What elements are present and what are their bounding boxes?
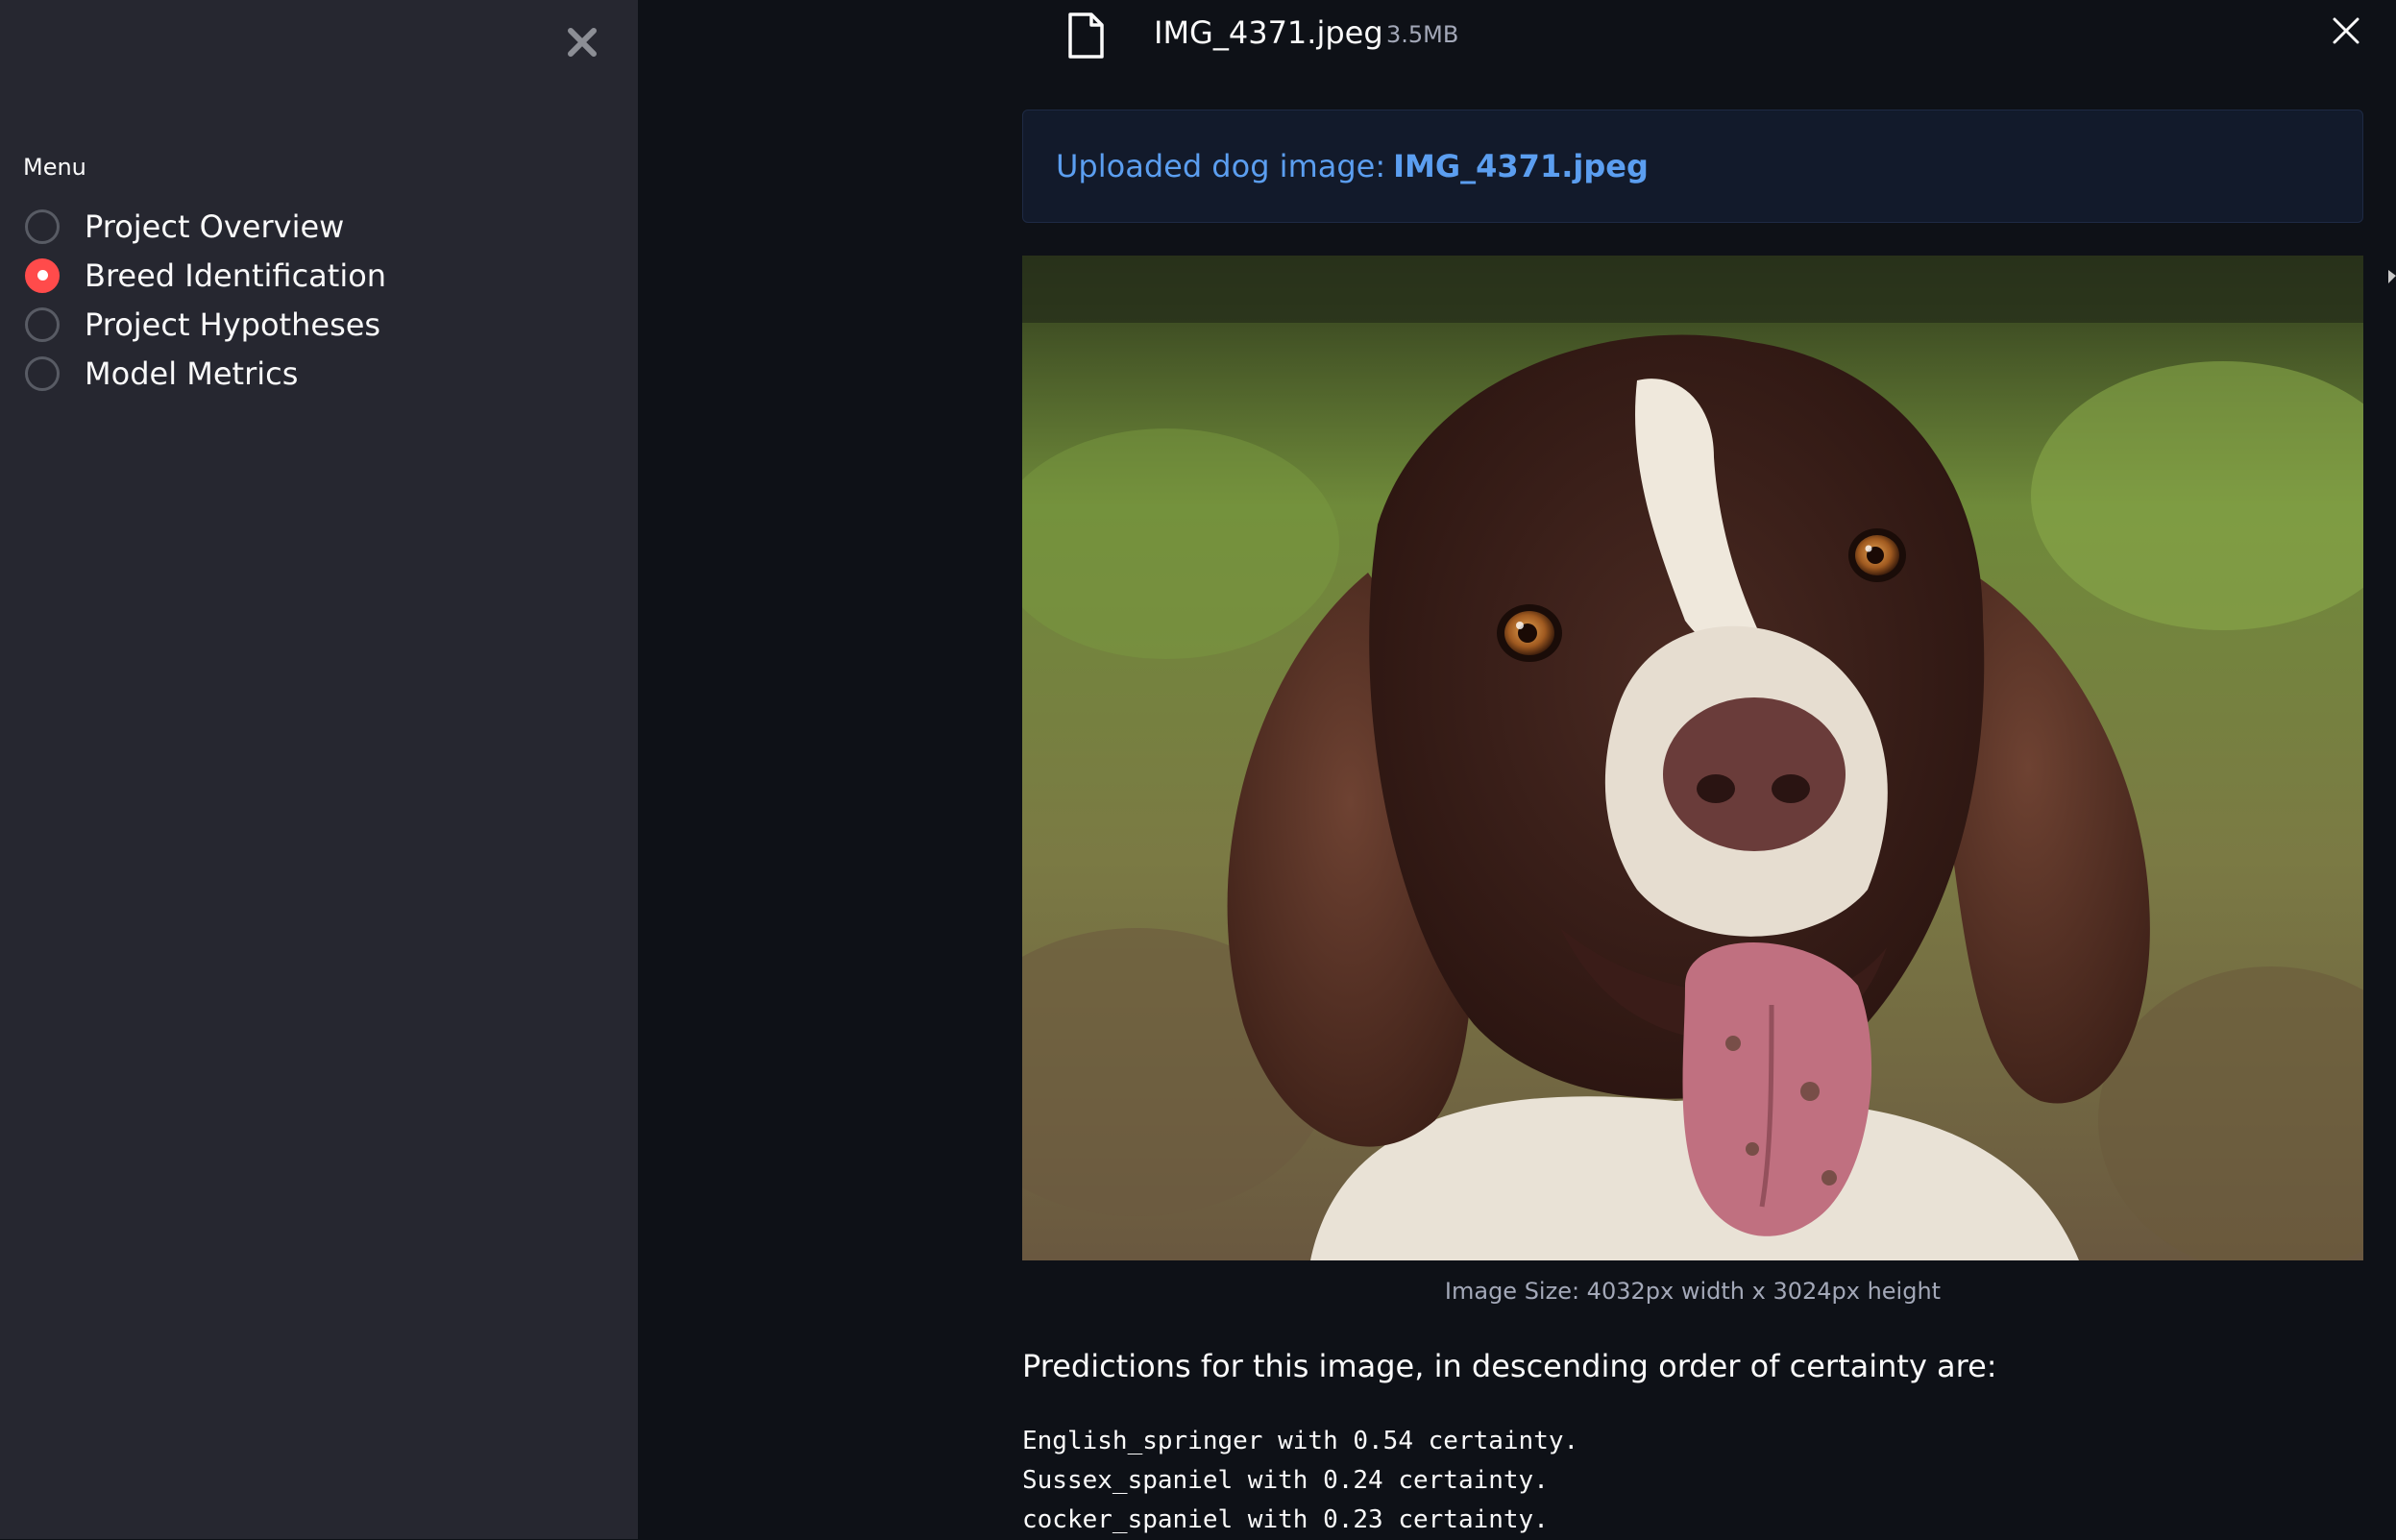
menu-item-label: Project Overview bbox=[85, 208, 345, 245]
menu-item-breed-identification[interactable]: Breed Identification bbox=[25, 251, 386, 300]
prediction-item: English_springer with 0.54 certainty. bbox=[1022, 1427, 1579, 1455]
prediction-item: cocker_spaniel with 0.23 certainty. bbox=[1022, 1505, 1549, 1534]
dog-image bbox=[1022, 256, 2363, 1260]
menu-item-label: Project Hypotheses bbox=[85, 306, 381, 343]
scroll-indicator-icon bbox=[2386, 269, 2396, 283]
file-size: 3.5MB bbox=[1386, 21, 1459, 48]
menu-item-project-overview[interactable]: Project Overview bbox=[25, 202, 386, 251]
menu-item-project-hypotheses[interactable]: Project Hypotheses bbox=[25, 300, 386, 349]
info-filename: IMG_4371.jpeg bbox=[1393, 148, 1649, 184]
menu-item-label: Breed Identification bbox=[85, 257, 387, 294]
radio-unchecked-icon[interactable] bbox=[25, 306, 60, 342]
remove-file-icon[interactable] bbox=[2329, 13, 2363, 48]
menu-radio-group: Project Overview Breed Identification Pr… bbox=[25, 202, 386, 398]
menu-item-model-metrics[interactable]: Model Metrics bbox=[25, 349, 386, 398]
dog-photo-illustration bbox=[1022, 256, 2363, 1260]
menu-title: Menu bbox=[23, 154, 86, 181]
file-name: IMG_4371.jpeg bbox=[1154, 14, 1383, 51]
predictions-heading: Predictions for this image, in descendin… bbox=[1022, 1348, 1997, 1384]
uploaded-file-row: IMG_4371.jpeg 3.5MB bbox=[1022, 0, 2363, 69]
radio-unchecked-icon[interactable] bbox=[25, 208, 60, 244]
info-prefix: Uploaded dog image: bbox=[1056, 148, 1386, 184]
prediction-item: Sussex_spaniel with 0.24 certainty. bbox=[1022, 1466, 1549, 1495]
image-caption: Image Size: 4032px width x 3024px height bbox=[1444, 1278, 1942, 1305]
radio-checked-icon[interactable] bbox=[25, 257, 60, 293]
menu-item-label: Model Metrics bbox=[85, 354, 299, 392]
sidebar: Menu Project Overview Breed Identificati… bbox=[0, 0, 638, 1539]
predictions-list: English_springer with 0.54 certainty. Su… bbox=[1022, 1422, 1578, 1540]
file-icon bbox=[1066, 12, 1105, 60]
upload-info-alert: Uploaded dog image: IMG_4371.jpeg bbox=[1022, 110, 2363, 223]
radio-unchecked-icon[interactable] bbox=[25, 355, 60, 391]
close-sidebar-icon[interactable] bbox=[565, 25, 599, 60]
